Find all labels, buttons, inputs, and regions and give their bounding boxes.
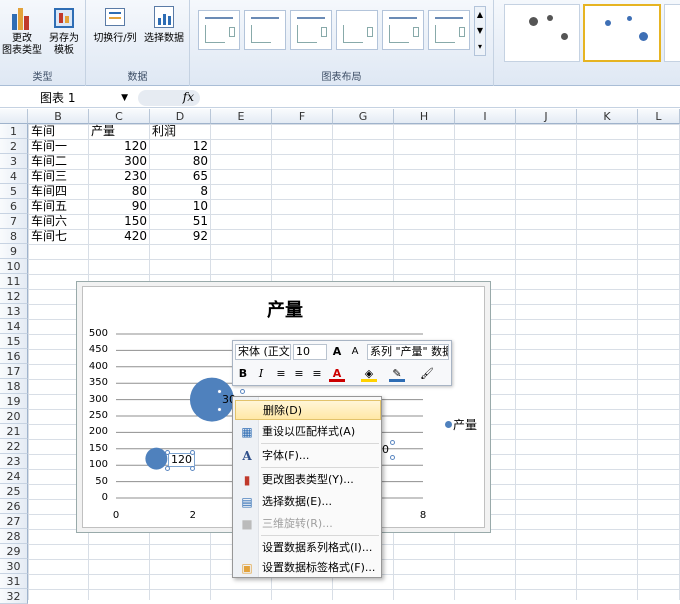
data-label-120[interactable]: 120 (168, 453, 195, 467)
3d-rotation-icon: ■ (241, 517, 253, 531)
selection-handle[interactable] (217, 389, 222, 394)
menu-item-format-series-label: 设置数据系列格式(I)... (262, 541, 373, 554)
menu-separator (261, 443, 379, 444)
y-tick-label: 450 (88, 344, 108, 356)
outline-color-icon[interactable]: ✎ (389, 366, 405, 382)
chart-element-select[interactable]: 系列 "产量" 数据 (367, 344, 449, 360)
y-tick-label: 0 (101, 492, 108, 503)
menu-item-select-data[interactable]: ▤ 选择数据(E)... (235, 492, 381, 512)
menu-item-font[interactable]: A 字体(F)... (235, 446, 381, 466)
format-labels-icon: ▣ (241, 561, 253, 575)
bold-button[interactable]: B (235, 366, 251, 382)
select-data-icon: ▤ (241, 495, 253, 509)
y-tick-label: 350 (88, 377, 108, 389)
selection-handle[interactable] (217, 407, 222, 412)
menu-item-reset-style[interactable]: ▦ 重设以匹配样式(A) (235, 422, 381, 442)
menu-separator (261, 535, 379, 536)
grow-font-button[interactable]: A (329, 344, 345, 360)
menu-item-3d-rotation: ■ 三维旋转(R)... (235, 514, 381, 534)
menu-item-select-data-label: 选择数据(E)... (262, 495, 333, 508)
selection-handle[interactable] (165, 450, 170, 455)
menu-item-delete-label: 删除(D) (263, 404, 303, 417)
format-painter-icon[interactable]: 🖌 (419, 366, 435, 382)
selection-handle[interactable] (240, 389, 245, 394)
selection-handle[interactable] (190, 466, 195, 471)
align-center-icon[interactable]: ≡ (291, 366, 307, 382)
menu-item-format-series[interactable]: 设置数据系列格式(I)... (235, 538, 381, 558)
legend-label[interactable]: 产量 (453, 416, 477, 433)
font-family-select[interactable]: 宋体 (正文 (235, 344, 291, 360)
font-size-select[interactable]: 10 (293, 344, 327, 360)
menu-item-delete[interactable]: 删除(D) (235, 400, 381, 420)
y-tick-label: 250 (88, 410, 108, 421)
context-menu: 删除(D) ▦ 重设以匹配样式(A) A 字体(F)... ▮ 更改图表类型(Y… (232, 396, 382, 578)
font-color-icon[interactable]: A (329, 366, 345, 382)
reset-style-icon: ▦ (241, 425, 253, 439)
selection-handle[interactable] (390, 440, 395, 445)
menu-item-reset-style-label: 重设以匹配样式(A) (262, 425, 356, 438)
y-tick-label: 300 (88, 393, 108, 405)
menu-item-3d-rotation-label: 三维旋转(R)... (262, 517, 333, 530)
y-tick-label: 200 (88, 426, 108, 438)
selection-handle[interactable] (165, 466, 170, 471)
y-tick-label: 150 (88, 442, 108, 454)
x-tick-label: 2 (189, 510, 196, 521)
align-right-icon[interactable]: ≡ (309, 366, 325, 382)
align-left-icon[interactable]: ≡ (273, 366, 289, 382)
shrink-font-button[interactable]: A (347, 344, 363, 360)
x-tick-label: 8 (419, 510, 427, 521)
x-tick-label: 0 (112, 510, 120, 521)
chart-type-icon: ▮ (243, 473, 251, 487)
menu-item-format-labels-label: 设置数据标签格式(F)... (262, 561, 376, 574)
y-tick-label: 50 (95, 475, 108, 487)
menu-separator (261, 467, 379, 468)
y-tick-label: 400 (88, 360, 108, 372)
selection-handle[interactable] (390, 455, 395, 460)
y-tick-label: 500 (88, 328, 108, 339)
italic-button[interactable]: I (253, 366, 269, 382)
selection-handle[interactable] (190, 450, 195, 455)
font-icon: A (242, 449, 252, 463)
menu-item-format-labels[interactable]: ▣ 设置数据标签格式(F)... (235, 558, 381, 578)
menu-item-change-chart-type[interactable]: ▮ 更改图表类型(Y)... (235, 470, 381, 490)
menu-item-font-label: 字体(F)... (262, 449, 310, 462)
legend-marker (445, 421, 452, 428)
menu-item-change-chart-type-label: 更改图表类型(Y)... (262, 473, 354, 486)
fill-color-icon[interactable]: ◈ (361, 366, 377, 382)
bubble-point[interactable] (145, 447, 168, 470)
y-tick-label: 100 (88, 459, 108, 471)
mini-toolbar: 宋体 (正文 10 A A 系列 "产量" 数据 B I ≡ ≡ ≡ A ◈ ✎… (232, 340, 452, 386)
